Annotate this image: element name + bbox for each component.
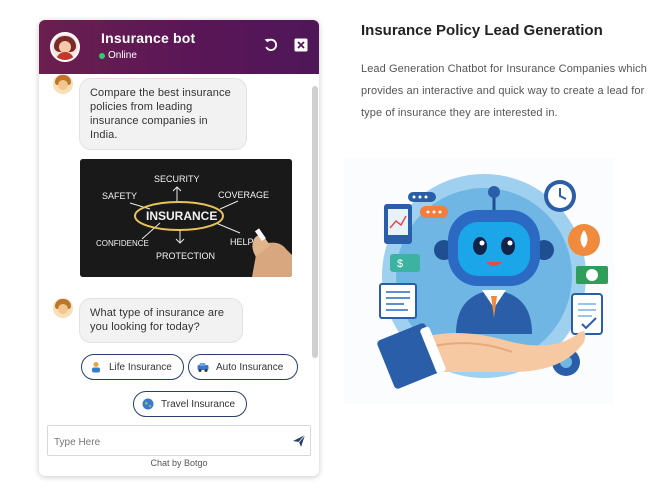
chat-header: Insurance bot Online	[39, 20, 319, 74]
life-icon	[92, 362, 100, 373]
bot-avatar	[50, 32, 80, 62]
image-word-insurance: INSURANCE	[146, 209, 217, 223]
message-input-box	[47, 425, 311, 456]
refresh-button[interactable]	[263, 37, 279, 53]
robot-illustration: $	[344, 158, 614, 404]
image-word-coverage: COVERAGE	[218, 190, 269, 200]
page-description: Lead Generation Chatbot for Insurance Co…	[361, 63, 647, 119]
status-indicator: Online	[99, 50, 137, 61]
image-word-confidence: CONFIDENCE	[96, 239, 149, 248]
message-input[interactable]	[52, 432, 276, 452]
chat-scrollbar[interactable]	[312, 86, 318, 358]
option-label: Life Insurance	[109, 361, 172, 373]
close-icon	[294, 38, 308, 52]
chat-widget: Insurance bot Online Compare the best in…	[39, 20, 319, 476]
image-word-protection: PROTECTION	[156, 251, 215, 261]
page-title: Insurance Policy Lead Generation	[361, 22, 603, 39]
option-label: Travel Insurance	[161, 398, 236, 410]
insurance-chalkboard-image: SECURITY SAFETY COVERAGE INSURANCE CONFI…	[80, 159, 292, 277]
refresh-icon	[264, 38, 278, 51]
travel-insurance-option[interactable]: Travel Insurance	[133, 391, 247, 417]
image-word-help: HELP	[230, 237, 254, 247]
send-icon	[293, 434, 306, 447]
online-dot-icon	[99, 52, 105, 59]
svg-text:$: $	[397, 258, 403, 270]
image-word-security: SECURITY	[154, 174, 200, 184]
message-bubble: Compare the best insurance policies from…	[79, 78, 247, 150]
status-text: Online	[108, 50, 137, 61]
bot-message-avatar	[53, 298, 73, 318]
send-button[interactable]	[292, 434, 306, 448]
message-bubble: What type of insurance are you looking f…	[79, 298, 243, 343]
bot-message-avatar	[53, 74, 73, 94]
auto-insurance-option[interactable]: Auto Insurance	[188, 354, 298, 380]
close-button[interactable]	[293, 37, 309, 53]
globe-icon	[142, 398, 154, 410]
bot-name: Insurance bot	[101, 30, 196, 46]
car-icon	[197, 363, 209, 372]
image-word-safety: SAFETY	[102, 191, 137, 201]
life-insurance-option[interactable]: Life Insurance	[81, 354, 184, 380]
option-label: Auto Insurance	[216, 361, 284, 373]
powered-by-footer: Chat by Botgo	[150, 458, 208, 468]
